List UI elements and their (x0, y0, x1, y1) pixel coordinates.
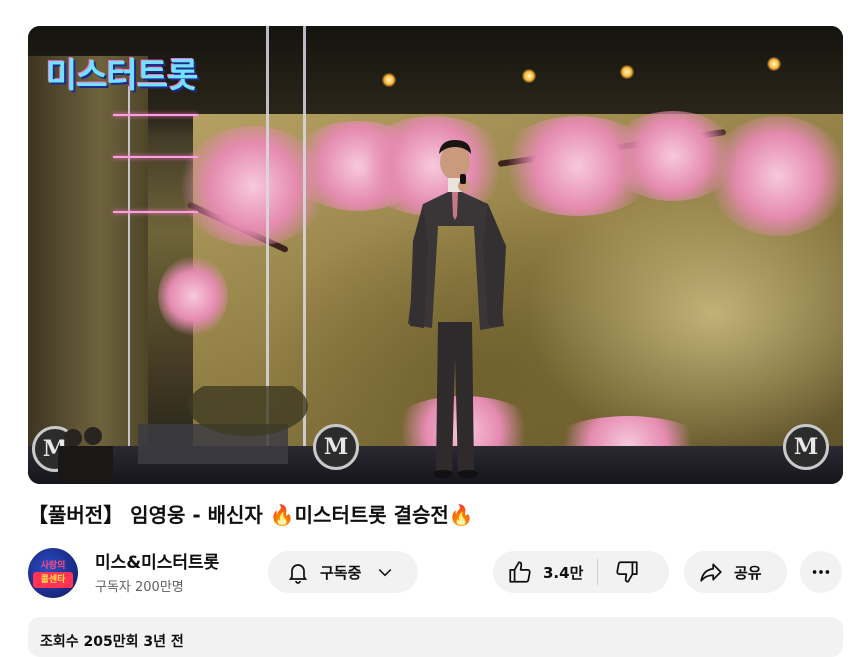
channel-name[interactable]: 미스&미스터트롯 (95, 548, 219, 573)
view-stats: 조회수 205만회 3년 전 (40, 634, 184, 650)
show-logo: 미스터트롯 (46, 56, 198, 96)
video-title: 【풀버전】 임영웅 - 배신자 🔥미스터트롯 결승전🔥 (28, 503, 474, 527)
bell-icon (286, 560, 310, 584)
channel-avatar[interactable]: 사랑의 콜센타 (28, 548, 78, 598)
thumbs-down-icon (614, 559, 640, 585)
description-box[interactable]: 조회수 205만회 3년 전 (28, 617, 843, 657)
avatar-text-bottom: 콜센타 (33, 572, 73, 588)
share-label: 공유 (734, 563, 762, 582)
avatar-text-top: 사랑의 (40, 561, 66, 571)
subscribed-label: 구독중 (320, 563, 362, 582)
like-count: 3.4만 (543, 563, 584, 582)
chevron-down-icon (375, 562, 395, 582)
share-arrow-icon (698, 559, 724, 585)
dislike-button[interactable] (598, 551, 656, 593)
video-player[interactable]: M M M 미스터트롯 (28, 26, 843, 484)
subscribed-button[interactable]: 구독중 (268, 551, 418, 593)
thumbs-up-icon (507, 559, 533, 585)
more-actions-button[interactable] (800, 551, 842, 593)
share-button[interactable]: 공유 (684, 551, 787, 593)
more-horizontal-icon (810, 561, 832, 583)
like-dislike-group: 3.4만 (493, 551, 669, 593)
like-button[interactable]: 3.4만 (493, 551, 597, 593)
subscriber-count: 구독자 200만명 (95, 580, 184, 595)
orchestra-area (58, 386, 308, 482)
